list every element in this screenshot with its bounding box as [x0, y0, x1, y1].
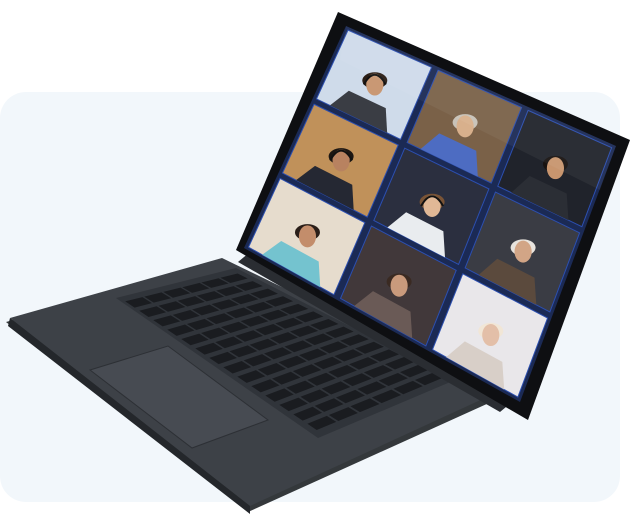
participant-face: [390, 274, 408, 297]
participant-face: [298, 225, 317, 248]
laptop-scene: [0, 0, 635, 514]
participant-face: [514, 240, 532, 263]
participant-face: [482, 324, 500, 347]
laptop-illustration: [6, 12, 630, 514]
